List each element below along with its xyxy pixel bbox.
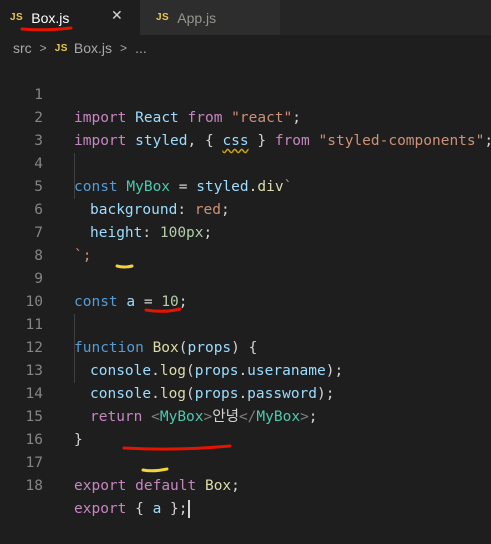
code-editor[interactable]: 1 import React from "react"; 2 import st… [0, 61, 491, 518]
code-line: 11 function Box(props) { [0, 291, 491, 356]
javascript-file-icon: JS [10, 12, 24, 23]
chevron-right-icon: > [120, 41, 128, 55]
code-line: 16 [0, 406, 491, 448]
code-line: 14 return <MyBox>안녕</MyBox>; [0, 360, 491, 425]
breadcrumb-file[interactable]: Box.js [74, 40, 112, 56]
code-line: 2 import styled, { css } from "styled-co… [0, 84, 491, 149]
javascript-file-icon: JS [156, 12, 170, 23]
code-line: 9 const a = 10; [0, 245, 491, 310]
code-line: 5 background: red; [0, 153, 491, 218]
code-line: 10 [0, 268, 491, 310]
tab-label: Box.js [31, 9, 70, 26]
code-line: 4 const MyBox = styled.div` [0, 130, 491, 195]
code-line: 18 export { a }; [0, 452, 491, 518]
code-line: 7 `; [0, 199, 491, 264]
code-line: 6 height: 100px; [0, 176, 491, 241]
javascript-file-icon: JS [54, 42, 68, 54]
breadcrumb: src > JS Box.js > ... [0, 35, 491, 61]
line-number: 18 [25, 478, 43, 494]
breadcrumb-folder[interactable]: src [13, 40, 32, 56]
breadcrumb-symbol[interactable]: ... [135, 40, 147, 56]
editor-tab-bar: JS Box.js ✕ JS App.js [0, 0, 491, 35]
tab-label: App.js [177, 9, 217, 26]
tab-box-js[interactable]: JS Box.js ✕ [0, 0, 140, 35]
close-icon[interactable]: ✕ [111, 8, 123, 24]
chevron-right-icon: > [39, 41, 47, 55]
code-line: 13 console.log(props.password); [0, 337, 491, 402]
code-line: 1 import React from "react"; [0, 61, 491, 126]
code-line: 3 [0, 107, 491, 149]
code-line: 15 } [0, 383, 491, 448]
code-line: 8 [0, 222, 491, 264]
tab-app-js[interactable]: JS App.js [140, 0, 280, 35]
code-line: 12 console.log(props.useraname); [0, 314, 491, 379]
text-cursor [187, 500, 190, 518]
code-line: 17 export default Box; [0, 429, 491, 494]
